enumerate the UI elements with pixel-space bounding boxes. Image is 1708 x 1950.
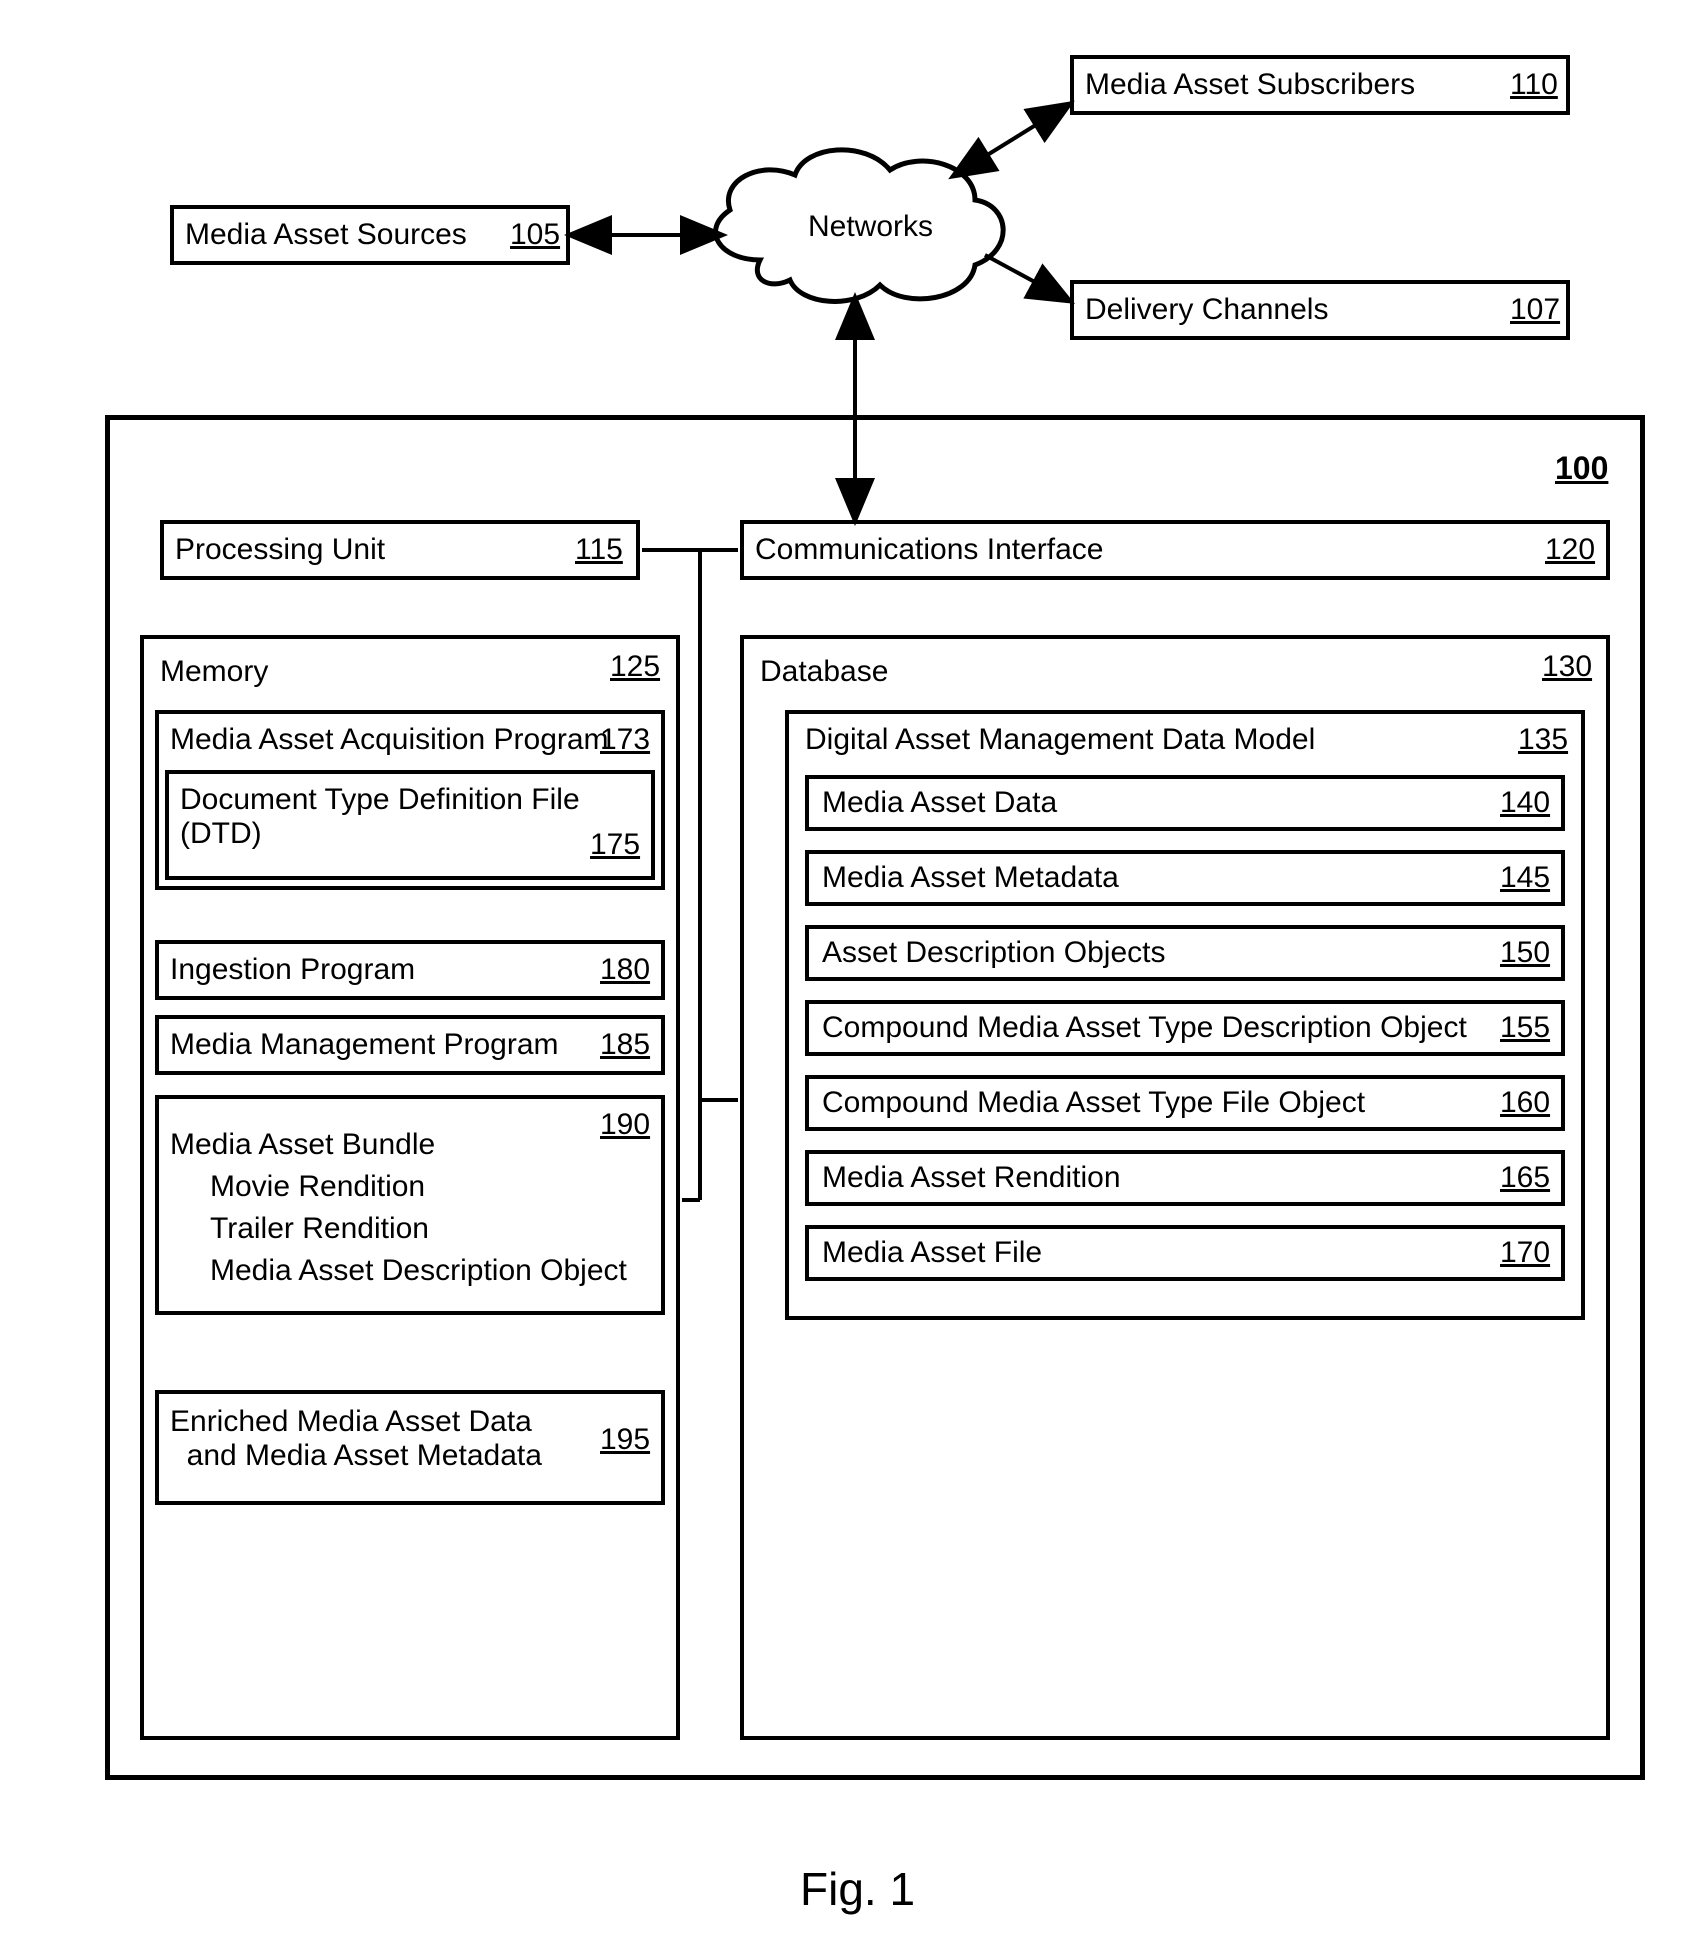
model-item-6-label: Media Asset Rendition bbox=[822, 1161, 1121, 1195]
bundle-line2: Trailer Rendition bbox=[210, 1212, 429, 1246]
model-ref: 135 bbox=[1518, 723, 1568, 757]
media-asset-subscribers-label: Media Asset Subscribers bbox=[1085, 68, 1415, 102]
model-item-5-label: Compound Media Asset Type File Object bbox=[822, 1086, 1365, 1120]
bundle-line3: Media Asset Description Object bbox=[210, 1254, 627, 1288]
database-label: Database bbox=[760, 655, 888, 689]
model-item-1-label: Media Asset Data bbox=[822, 786, 1057, 820]
dtd-ref: 175 bbox=[590, 828, 640, 862]
system-ref: 100 bbox=[1555, 450, 1608, 487]
enriched-ref: 195 bbox=[600, 1423, 650, 1457]
memory-label: Memory bbox=[160, 655, 268, 689]
bundle-label: Media Asset Bundle bbox=[170, 1128, 435, 1162]
cloud-label: Networks bbox=[808, 210, 933, 244]
ingestion-label: Ingestion Program bbox=[170, 953, 415, 987]
ingestion-ref: 180 bbox=[600, 953, 650, 987]
acquisition-ref: 173 bbox=[600, 723, 650, 757]
media-mgmt-ref: 185 bbox=[600, 1028, 650, 1062]
media-mgmt-label: Media Management Program bbox=[170, 1028, 559, 1062]
figure-label: Fig. 1 bbox=[800, 1862, 915, 1916]
comms-interface-ref: 120 bbox=[1545, 533, 1595, 567]
model-item-3-label: Asset Description Objects bbox=[822, 936, 1165, 970]
processing-unit-ref: 115 bbox=[575, 533, 623, 567]
diagram-canvas: Networks Media Asset Sources 105 Media A… bbox=[0, 0, 1708, 1950]
model-item-5-ref: 160 bbox=[1500, 1086, 1550, 1120]
processing-unit-label: Processing Unit bbox=[175, 533, 385, 567]
memory-ref: 125 bbox=[610, 650, 660, 684]
delivery-channels-ref: 107 bbox=[1510, 293, 1560, 327]
model-label: Digital Asset Management Data Model bbox=[805, 723, 1315, 757]
comms-interface-label: Communications Interface bbox=[755, 533, 1104, 567]
model-item-4-label: Compound Media Asset Type Description Ob… bbox=[822, 1011, 1467, 1045]
model-item-2-label: Media Asset Metadata bbox=[822, 861, 1119, 895]
model-item-2-ref: 145 bbox=[1500, 861, 1550, 895]
enriched-label: Enriched Media Asset Data and Media Asse… bbox=[170, 1405, 542, 1473]
bundle-line1: Movie Rendition bbox=[210, 1170, 425, 1204]
model-item-7-ref: 170 bbox=[1500, 1236, 1550, 1270]
media-asset-subscribers-ref: 110 bbox=[1510, 68, 1558, 102]
dtd-label: Document Type Definition File (DTD) bbox=[180, 783, 580, 851]
model-item-4-ref: 155 bbox=[1500, 1011, 1550, 1045]
media-asset-sources-label: Media Asset Sources bbox=[185, 218, 467, 252]
delivery-channels-label: Delivery Channels bbox=[1085, 293, 1328, 327]
bundle-ref: 190 bbox=[600, 1108, 650, 1142]
model-item-3-ref: 150 bbox=[1500, 936, 1550, 970]
database-ref: 130 bbox=[1542, 650, 1592, 684]
media-asset-sources-ref: 105 bbox=[510, 218, 560, 252]
acquisition-label: Media Asset Acquisition Program bbox=[170, 723, 609, 757]
model-item-7-label: Media Asset File bbox=[822, 1236, 1042, 1270]
model-item-1-ref: 140 bbox=[1500, 786, 1550, 820]
model-item-6-ref: 165 bbox=[1500, 1161, 1550, 1195]
